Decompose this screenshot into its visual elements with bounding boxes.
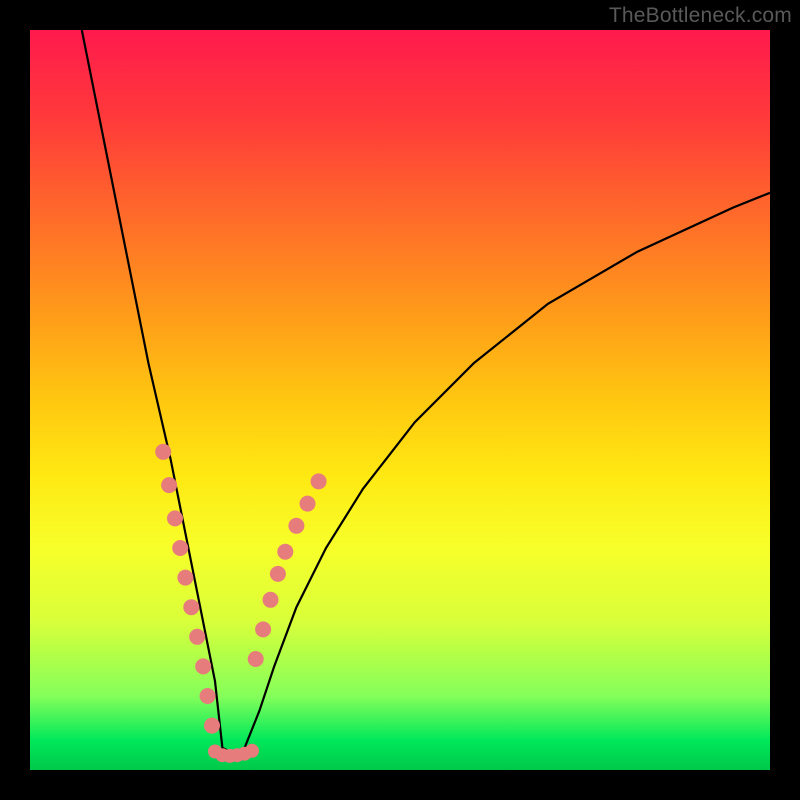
data-dot <box>172 540 188 556</box>
watermark-text: TheBottleneck.com <box>609 4 792 28</box>
data-dot <box>248 651 264 667</box>
plot-area <box>30 30 770 770</box>
data-dot <box>263 592 279 608</box>
data-dot <box>277 544 293 560</box>
data-dot <box>183 599 199 615</box>
data-dot <box>189 629 205 645</box>
curve-svg <box>30 30 770 770</box>
trough-dots <box>208 744 259 763</box>
data-dot <box>195 658 211 674</box>
data-dot <box>270 566 286 582</box>
data-dot <box>300 496 316 512</box>
data-dot <box>311 473 327 489</box>
bottleneck-curve <box>82 30 770 755</box>
data-dot <box>167 510 183 526</box>
left-branch-dots <box>155 444 220 734</box>
data-dot <box>200 688 216 704</box>
data-dot <box>255 621 271 637</box>
data-dot <box>288 518 304 534</box>
chart-frame: TheBottleneck.com <box>0 0 800 800</box>
data-dot <box>155 444 171 460</box>
data-dot <box>204 718 220 734</box>
data-dot <box>177 570 193 586</box>
data-dot <box>245 744 259 758</box>
data-dot <box>161 477 177 493</box>
